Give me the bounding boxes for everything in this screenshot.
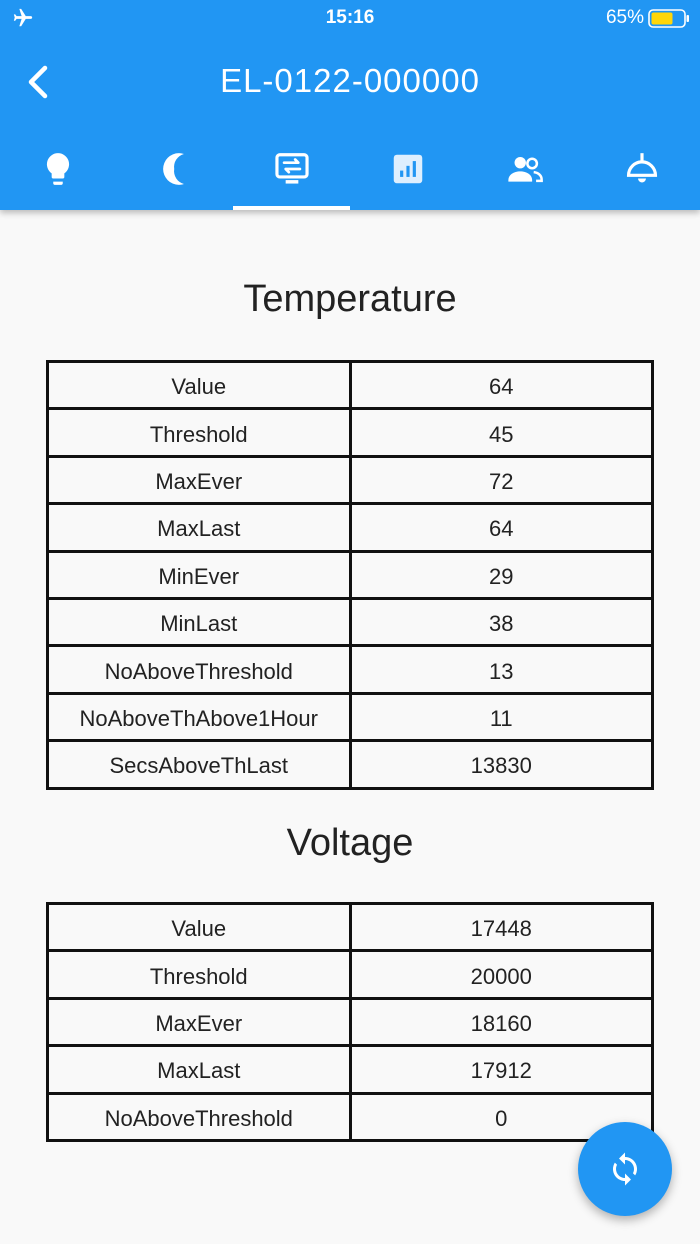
table-row: MaxLast 17912: [46, 1044, 654, 1095]
row-label: Threshold: [46, 949, 352, 1000]
battery-percent: 65%: [605, 7, 644, 28]
tab-bar: [0, 130, 700, 210]
people-icon: [508, 156, 543, 183]
table-row: MinEver 29: [46, 549, 654, 600]
tab-statistics[interactable]: [350, 130, 467, 210]
table-row: NoAboveThAbove1Hour 11: [46, 691, 654, 743]
moon-icon: [163, 153, 184, 185]
row-value: 29: [348, 549, 654, 600]
status-bar: 15:16 65%: [0, 0, 700, 36]
row-label: Value: [46, 359, 352, 411]
tab-device-data[interactable]: [233, 130, 350, 210]
voltage-table: Value 17448 Threshold 20000 MaxEver 18160 MaxL…: [46, 901, 654, 1142]
row-label: Value: [46, 901, 352, 953]
tab-light[interactable]: [0, 130, 117, 210]
table-row: MaxEver 18160: [46, 996, 654, 1048]
tab-lamp[interactable]: [583, 130, 700, 210]
battery-icon: [648, 9, 689, 28]
table-row: Value 17448: [46, 901, 654, 953]
tab-groups[interactable]: [467, 130, 584, 210]
title-bar: EL-0122-000000: [0, 50, 700, 114]
row-value: 64: [348, 502, 654, 553]
row-label: NoAboveThreshold: [46, 1091, 352, 1142]
row-label: MaxEver: [46, 454, 352, 506]
row-value: 38: [348, 596, 654, 648]
row-value: 11: [348, 691, 654, 743]
row-label: MaxEver: [46, 996, 352, 1048]
status-time: 15:16: [325, 7, 375, 28]
temperature-title: Temperature: [243, 278, 457, 320]
refresh-button[interactable]: [578, 1122, 672, 1216]
table-row: Threshold 45: [46, 407, 654, 458]
table-row: NoAboveThreshold 13: [46, 644, 654, 695]
row-label: NoAboveThAbove1Hour: [46, 691, 352, 743]
device-settings-icon: [275, 153, 309, 184]
table-row: NoAboveThreshold 0: [46, 1091, 654, 1142]
table-row: MaxEver 72: [46, 454, 654, 506]
row-label: MinEver: [46, 549, 352, 600]
row-value: 13: [348, 644, 654, 695]
table-row: SecsAboveThLast 13830: [46, 739, 654, 790]
page-title: EL-0122-000000: [220, 62, 480, 99]
app-bar: 15:16 65% EL-0122-000000: [0, 0, 700, 210]
refresh-icon: [613, 1152, 637, 1186]
row-value: 72: [348, 454, 654, 506]
row-value: 20000: [348, 949, 654, 1000]
temperature-table: Value 64 Threshold 45 MaxEver 72 MaxLast 64 MinE…: [46, 359, 654, 790]
table-row: MinLast 38: [46, 596, 654, 648]
table-row: Value 64: [46, 359, 654, 411]
row-value: 17912: [348, 1044, 654, 1095]
row-value: 13830: [348, 739, 654, 790]
lightbulb-icon: [47, 153, 70, 185]
row-label: SecsAboveThLast: [46, 739, 352, 790]
row-value: 18160: [348, 996, 654, 1048]
row-label: MaxLast: [46, 502, 352, 553]
ceiling-lamp-icon: [626, 153, 657, 183]
row-value: 45: [348, 407, 654, 458]
table-row: MaxLast 64: [46, 502, 654, 553]
row-value: 64: [348, 359, 654, 411]
voltage-title: Voltage: [286, 822, 414, 864]
row-value: 17448: [348, 901, 654, 953]
row-label: MinLast: [46, 596, 352, 648]
table-row: Threshold 20000: [46, 949, 654, 1000]
tab-night[interactable]: [117, 130, 234, 210]
row-label: Threshold: [46, 407, 352, 458]
row-label: NoAboveThreshold: [46, 644, 352, 695]
bar-chart-icon: [394, 154, 423, 184]
content-area: Temperature Value 64 Threshold 45 MaxEver 72 M…: [0, 210, 700, 1244]
row-label: MaxLast: [46, 1044, 352, 1095]
